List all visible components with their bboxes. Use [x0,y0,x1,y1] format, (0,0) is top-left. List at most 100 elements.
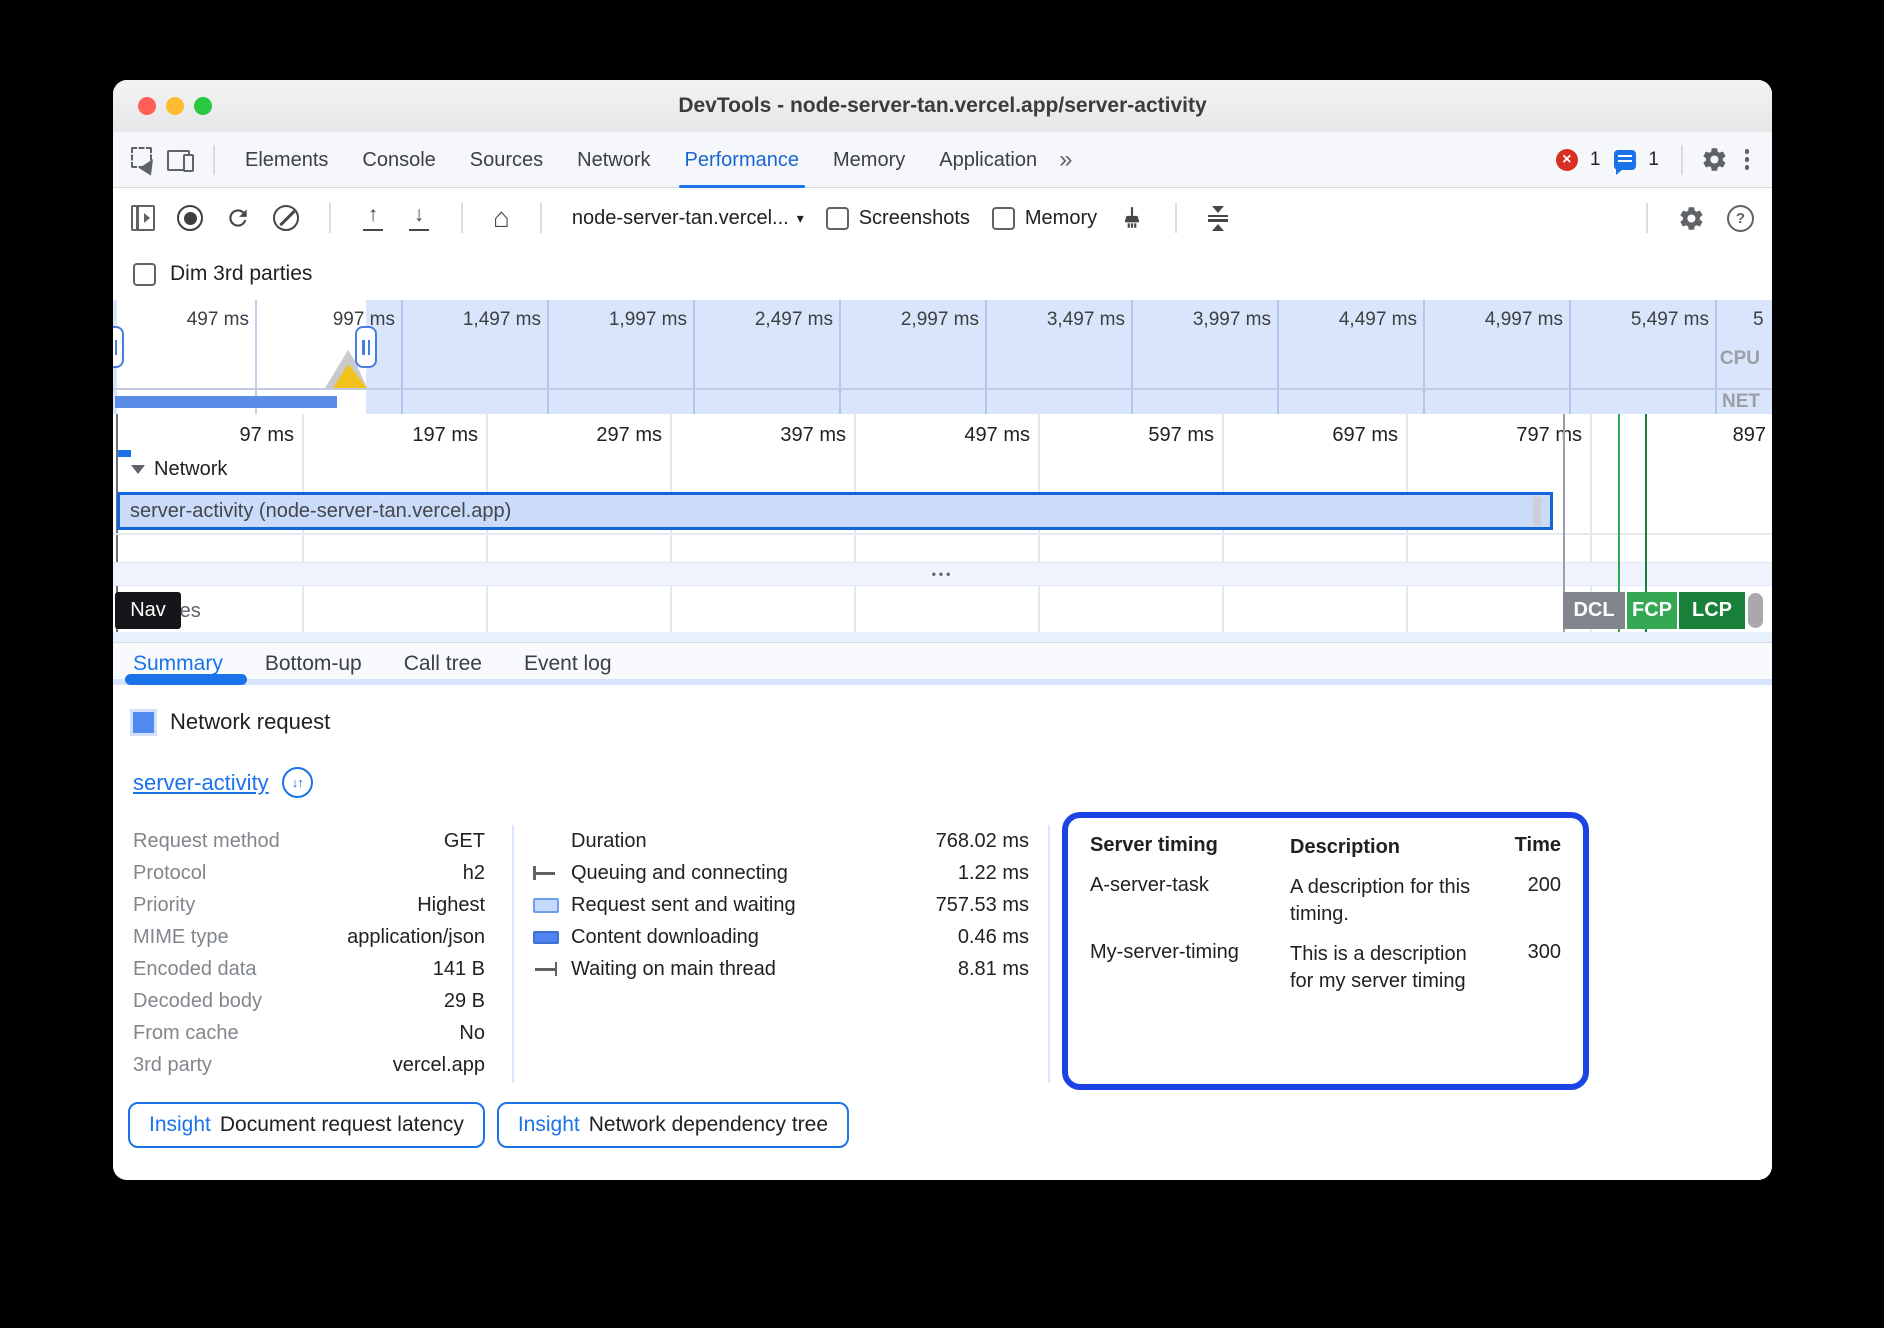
screenshots-checkbox-row: Screenshots [826,207,970,230]
divider [1646,203,1648,233]
tab-summary[interactable]: Summary [133,652,223,676]
timeline-overview[interactable]: 497 ms 997 ms 1,497 ms 1,997 ms 2,497 ms… [113,300,1772,414]
overview-tick: 2,997 ms [835,309,979,331]
capture-settings-gear-icon[interactable] [1678,205,1705,232]
tab-bottom-up[interactable]: Bottom-up [265,652,362,676]
overview-tick: 3,997 ms [1127,309,1271,331]
memory-checkbox[interactable] [992,207,1015,230]
download-profile-icon[interactable]: ↓ [407,205,431,231]
tab-event-log[interactable]: Event log [524,652,612,676]
ruler-tick: 97 ms [152,424,294,447]
overview-tick-partial: 5 [1753,309,1772,331]
navigation-start-marker [118,450,131,457]
server-timing-row: A-server-task A description for this tim… [1090,874,1561,928]
request-sent-phase-icon [533,898,559,913]
detail-row: Decoded body29 B [133,985,485,1017]
timing-row: Duration768.02 ms [533,825,1029,857]
collect-garbage-icon[interactable] [1119,205,1145,231]
error-badge-icon[interactable]: × [1556,149,1578,171]
network-request-bar-label: server-activity (node-server-tan.vercel.… [130,500,511,523]
track-resize-handle[interactable]: ••• [113,562,1772,586]
insight-buttons-row: Insight Document request latency Insight… [128,1102,849,1148]
help-icon[interactable]: ? [1727,205,1754,232]
request-details-list: Request methodGET Protocolh2 PriorityHig… [133,825,485,1081]
upload-profile-icon[interactable]: ↑ [361,205,385,231]
overview-network-bar [115,396,337,408]
timeline-tracks[interactable]: 97 ms 197 ms 297 ms 397 ms 497 ms 597 ms… [113,414,1772,642]
content-download-phase-icon [533,931,559,944]
tab-sources[interactable]: Sources [458,132,555,188]
tracks-bottom-band [113,632,1772,642]
dim-third-parties-row: Dim 3rd parties [113,248,1772,300]
memory-checkbox-row: Memory [992,207,1097,230]
inspect-element-icon[interactable] [131,147,157,173]
capture-target-dropdown[interactable]: node-server-tan.vercel... ▾ [572,207,804,230]
settings-gear-icon[interactable] [1701,146,1728,173]
details-panel-tabbar: Summary Bottom-up Call tree Event log [113,642,1772,685]
server-timing-row: My-server-timing This is a description f… [1090,941,1561,995]
kebab-menu-icon[interactable] [1738,149,1756,170]
tab-elements[interactable]: Elements [233,132,340,188]
vertical-scrollbar-thumb[interactable] [1748,593,1763,628]
collapse-tracks-icon[interactable] [1207,206,1229,231]
overview-tick: 1,997 ms [543,309,687,331]
overview-tick: 3,497 ms [981,309,1125,331]
row-divider [113,533,1772,535]
record-and-reload-icon[interactable] [225,205,251,231]
nav-tooltip: Nav [115,592,181,629]
dcl-badge[interactable]: DCL [1563,592,1625,629]
fcp-badge[interactable]: FCP [1627,592,1677,629]
tab-network[interactable]: Network [565,132,662,188]
insight-network-dependency-tree-button[interactable]: Insight Network dependency tree [497,1102,849,1148]
overview-left-handle[interactable] [113,326,124,368]
divider [1681,145,1683,175]
more-tabs-icon[interactable]: » [1059,146,1070,174]
legend-label: Network request [170,709,330,735]
chevron-down-icon [131,465,145,474]
tab-memory[interactable]: Memory [821,132,917,188]
capture-target-label: node-server-tan.vercel... [572,207,789,230]
overview-right-handle[interactable] [355,326,377,368]
network-track-label: Network [154,458,227,481]
screenshots-checkbox[interactable] [826,207,849,230]
overview-tick: 2,497 ms [689,309,833,331]
tab-performance[interactable]: Performance [673,132,812,188]
divider [461,203,463,233]
reveal-in-network-icon[interactable]: ↓↑ [282,767,313,798]
screen-background: DevTools - node-server-tan.vercel.app/se… [0,0,1884,1328]
screenshots-label: Screenshots [859,207,970,230]
timing-breakdown-list: Duration768.02 ms Queuing and connecting… [533,825,1029,985]
legend-row: Network request [133,709,330,735]
overview-tick: 4,997 ms [1419,309,1563,331]
home-icon[interactable]: ⌂ [493,205,510,231]
clear-recording-icon[interactable] [273,205,299,231]
network-track-header[interactable]: Network [131,458,227,481]
tab-call-tree[interactable]: Call tree [404,652,482,676]
timing-row: Queuing and connecting1.22 ms [533,857,1029,889]
issues-count: 1 [1648,149,1659,171]
timing-row: Content downloading0.46 ms [533,921,1029,953]
titlebar: DevTools - node-server-tan.vercel.app/se… [113,80,1772,133]
insight-document-request-latency-button[interactable]: Insight Document request latency [128,1102,485,1148]
divider [1175,203,1177,233]
toggle-sidebar-icon[interactable] [131,205,155,231]
divider [540,203,542,233]
issues-badge-icon[interactable] [1614,150,1636,170]
ruler-tick: 397 ms [704,424,846,447]
overview-tick: 4,497 ms [1273,309,1417,331]
resize-dots: ••• [932,567,954,581]
detail-row: Request methodGET [133,825,485,857]
detail-row: Protocolh2 [133,857,485,889]
tab-application[interactable]: Application [927,132,1049,188]
request-link[interactable]: server-activity [133,770,269,796]
divider [213,145,215,175]
network-request-bar[interactable]: server-activity (node-server-tan.vercel.… [117,492,1553,530]
record-button[interactable] [177,205,203,231]
dim-third-parties-label: Dim 3rd parties [170,262,312,286]
tab-console[interactable]: Console [350,132,447,188]
lcp-badge[interactable]: LCP [1679,592,1745,629]
net-strip-divider [113,388,1772,390]
device-toolbar-icon[interactable] [167,148,195,172]
dim-third-parties-checkbox[interactable] [133,263,156,286]
ruler-tick: 197 ms [336,424,478,447]
